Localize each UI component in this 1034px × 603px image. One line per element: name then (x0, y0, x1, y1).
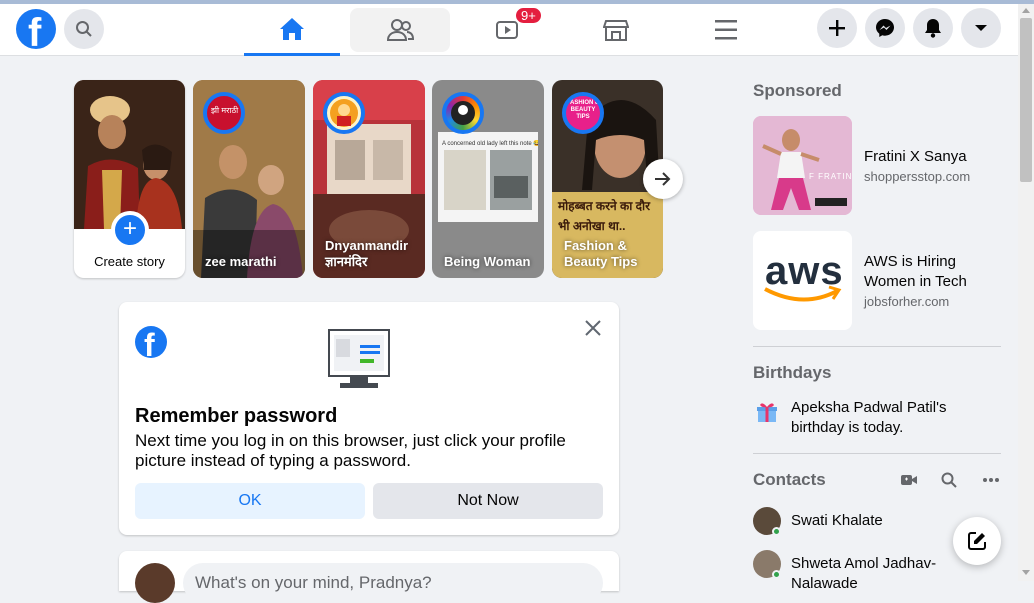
create-button[interactable] (817, 8, 857, 48)
create-story-card[interactable]: + Create story (74, 80, 185, 278)
account-menu-button[interactable] (961, 8, 1001, 48)
sponsored-heading: Sponsored (753, 81, 842, 100)
sidebar-divider (753, 453, 1001, 454)
story-card[interactable]: झी मराठी zee marathi (193, 80, 305, 278)
ad-url: jobsforher.com (864, 294, 950, 309)
contact-name: Swati Khalate (791, 512, 883, 529)
search-icon (941, 472, 957, 488)
whats-on-your-mind-input[interactable]: What's on your mind, Pradnya? (183, 563, 603, 603)
home-icon (280, 17, 304, 40)
top-navigation-bar: f 9+ (0, 4, 1018, 56)
scroll-down-arrow[interactable] (1022, 570, 1030, 575)
messenger-button[interactable] (865, 8, 905, 48)
friends-icon (386, 19, 414, 41)
gift-icon (757, 403, 777, 422)
story-name: zee marathi (205, 254, 277, 269)
aws-smile-icon (764, 285, 842, 302)
online-indicator (772, 570, 781, 579)
plus-icon (829, 20, 845, 36)
messenger-icon (876, 19, 894, 37)
scrollbar-thumb[interactable] (1020, 18, 1032, 182)
tab-home[interactable] (244, 4, 340, 56)
story-avatar (323, 92, 365, 134)
ok-button[interactable]: OK (135, 483, 365, 519)
search-icon (76, 21, 92, 37)
add-story-button[interactable]: + (111, 211, 149, 249)
ad-url: shoppersstop.com (864, 169, 971, 184)
computer-monitor-illustration (328, 329, 390, 388)
story-overlay-text: मोहब्बत करने का दौर भी अनोखा था.. (558, 199, 651, 233)
bell-icon (925, 19, 941, 38)
couple-photo-illustration (74, 80, 185, 229)
ad-photo (753, 116, 852, 215)
video-room-button[interactable] (899, 470, 919, 490)
caret-down-icon (975, 25, 987, 31)
online-indicator (772, 527, 781, 536)
story-avatar: FASHION & BEAUTY TIPS (562, 92, 604, 134)
new-message-button[interactable] (953, 517, 1001, 565)
marketplace-icon (603, 20, 629, 41)
story-card[interactable]: A concerned old lady left this note 😂 Be… (432, 80, 544, 278)
ad-image[interactable]: F FRATINI (753, 116, 852, 215)
more-options-icon (983, 478, 999, 482)
tab-menu[interactable] (678, 4, 774, 56)
stories-next-button[interactable] (643, 159, 683, 199)
scroll-up-arrow[interactable] (1022, 8, 1030, 13)
ad-title[interactable]: AWS is Hiring Women in Tech (864, 252, 1004, 292)
ad-image[interactable]: aws (753, 231, 852, 330)
contact-name: Shweta Amol Jadhav-Nalawade (791, 555, 937, 592)
woman-silhouette-icon (451, 101, 475, 125)
tab-friends[interactable] (350, 8, 450, 52)
story-name: Fashion & Beauty Tips (564, 238, 638, 269)
facebook-logo[interactable]: f (16, 9, 56, 49)
profile-photo (74, 80, 185, 229)
not-now-button[interactable]: Not Now (373, 483, 603, 519)
story-screen-text: A concerned old lady left this note 😂 (442, 141, 538, 147)
birthday-notice[interactable]: Apeksha Padwal Patil's birthday is today… (791, 398, 991, 438)
tab-marketplace[interactable] (568, 4, 664, 56)
story-avatar: झी मराठी (203, 92, 245, 134)
search-contacts-button[interactable] (939, 470, 959, 490)
hamburger-menu-icon (715, 20, 737, 40)
compose-icon (968, 532, 986, 550)
close-button[interactable] (580, 316, 606, 342)
create-story-label: Create story (94, 254, 165, 269)
story-name: Being Woman (444, 254, 531, 269)
close-icon (585, 320, 601, 336)
notifications-button[interactable] (913, 8, 953, 48)
sidebar-divider (753, 346, 1001, 347)
ad-title[interactable]: Fratini X Sanya (864, 147, 967, 167)
notification-badge: 9+ (514, 6, 543, 25)
deity-avatar-icon (330, 99, 358, 127)
search-button[interactable] (64, 9, 104, 49)
birthdays-heading: Birthdays (753, 363, 832, 382)
user-avatar[interactable] (135, 563, 175, 603)
contacts-options-button[interactable] (981, 470, 1001, 490)
card-title: Remember password (135, 405, 338, 427)
story-card[interactable]: Dnyanmandir ज्ञानमंदिर (313, 80, 425, 278)
card-description: Next time you log in on this browser, ju… (135, 431, 566, 470)
video-camera-icon (901, 475, 917, 485)
story-name: Dnyanmandir ज्ञानमंदिर (325, 238, 409, 269)
story-avatar (442, 92, 484, 134)
facebook-logo-small: f (135, 326, 167, 358)
arrow-right-icon (655, 172, 671, 186)
contacts-heading: Contacts (753, 470, 826, 489)
